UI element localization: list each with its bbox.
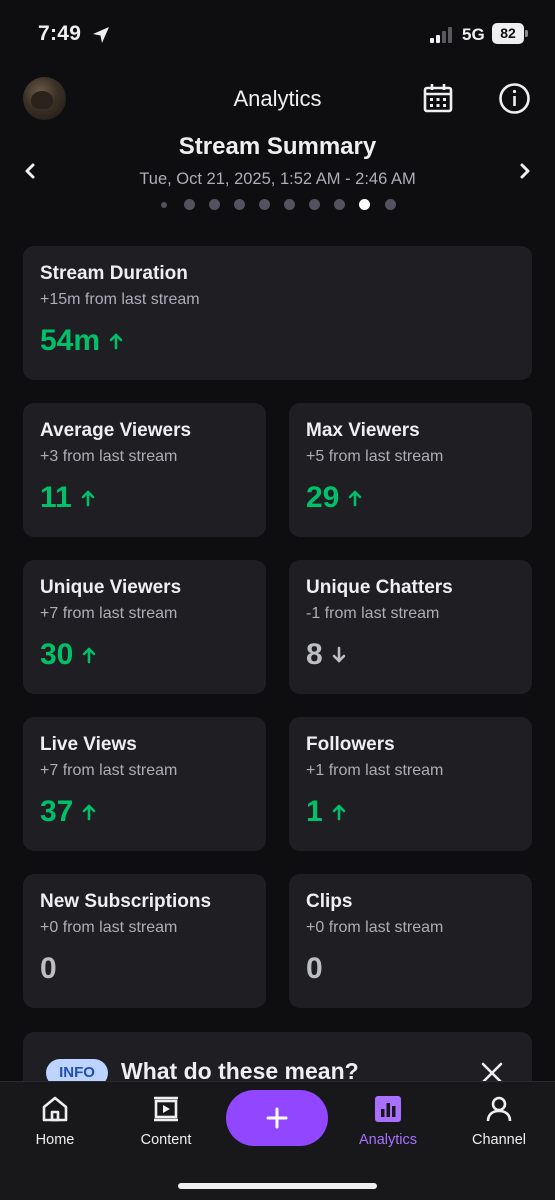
- stat-card-unique-chatters[interactable]: Unique Chatters -1 from last stream 8: [289, 560, 532, 694]
- stat-label: Unique Chatters: [306, 577, 453, 598]
- chevron-right-icon[interactable]: [515, 160, 535, 182]
- stat-comparison: +0 from last stream: [40, 919, 178, 936]
- location-arrow-icon: [93, 27, 109, 43]
- page-dot[interactable]: [283, 199, 295, 210]
- nav-home[interactable]: Home: [5, 1094, 105, 1156]
- info-icon[interactable]: [498, 82, 531, 115]
- page-dot[interactable]: [333, 199, 345, 210]
- analytics-icon: [375, 1096, 401, 1122]
- cellular-signal-icon: [430, 27, 452, 43]
- stat-label: Average Viewers: [40, 420, 192, 441]
- calendar-icon[interactable]: [422, 82, 454, 114]
- stat-value: 54m: [40, 324, 124, 358]
- stat-label: Unique Viewers: [40, 577, 182, 598]
- arrow-up-icon: [109, 333, 123, 350]
- stat-label: Live Views: [40, 734, 137, 755]
- page-dot[interactable]: [384, 199, 396, 210]
- page-dot[interactable]: [358, 199, 370, 210]
- arrow-up-icon: [81, 490, 95, 507]
- create-button[interactable]: [226, 1090, 328, 1146]
- stat-card-unique-viewers[interactable]: Unique Viewers +7 from last stream 30: [23, 560, 266, 694]
- status-bar: 7:49 5G 82: [0, 0, 555, 70]
- plus-icon: [266, 1107, 288, 1129]
- stat-comparison: +3 from last stream: [40, 448, 178, 465]
- stat-comparison: +7 from last stream: [40, 762, 178, 779]
- video-content-icon: [154, 1096, 178, 1122]
- stat-value: 37: [40, 795, 97, 829]
- bottom-nav: Home Content Analytics Channel: [0, 1081, 555, 1200]
- stat-comparison: +7 from last stream: [40, 605, 178, 622]
- page-title: Analytics: [233, 86, 322, 111]
- stat-card-stream-duration[interactable]: Stream Duration +15m from last stream 54…: [23, 246, 532, 380]
- stat-comparison: +5 from last stream: [306, 448, 444, 465]
- arrow-up-icon: [83, 804, 96, 821]
- stat-label: New Subscriptions: [40, 891, 212, 912]
- page-indicator[interactable]: [0, 198, 555, 212]
- stat-label: Clips: [306, 891, 353, 912]
- summary-date: Tue, Oct 21, 2025, 1:52 AM - 2:46 AM: [139, 170, 416, 188]
- arrow-up-icon: [349, 490, 362, 507]
- stat-card-clips[interactable]: Clips +0 from last stream 0: [289, 874, 532, 1008]
- arrow-up-icon: [332, 804, 345, 821]
- stat-card-live-views[interactable]: Live Views +7 from last stream 37: [23, 717, 266, 851]
- nav-content[interactable]: Content: [116, 1094, 216, 1156]
- stat-value: 8: [306, 638, 347, 672]
- page-dot[interactable]: [308, 199, 320, 210]
- page-dot[interactable]: [233, 199, 245, 210]
- network-type: 5G: [462, 25, 485, 44]
- stat-value: 0: [40, 952, 57, 985]
- stat-value: 30: [40, 638, 97, 672]
- stat-card-new-subscriptions[interactable]: New Subscriptions +0 from last stream 0: [23, 874, 266, 1008]
- stat-value: 29: [306, 481, 363, 515]
- nav-label: Analytics: [358, 1132, 418, 1148]
- nav-label: Content: [140, 1132, 192, 1148]
- nav-analytics[interactable]: Analytics: [338, 1094, 438, 1156]
- stat-value: 11: [40, 481, 96, 515]
- page-dot[interactable]: [208, 199, 220, 210]
- arrow-down-icon: [332, 646, 345, 663]
- page-dot[interactable]: [183, 199, 195, 210]
- stat-value: 0: [306, 952, 323, 985]
- battery-indicator: 82: [492, 23, 524, 44]
- stat-label: Followers: [306, 734, 395, 755]
- nav-channel[interactable]: Channel: [449, 1094, 549, 1156]
- stat-value: 1: [306, 795, 347, 829]
- nav-label: Channel: [471, 1132, 526, 1148]
- stat-card-max-viewers[interactable]: Max Viewers +5 from last stream 29: [289, 403, 532, 537]
- battery-cap: [525, 30, 528, 37]
- arrow-up-icon: [83, 647, 96, 664]
- nav-label: Home: [35, 1132, 75, 1148]
- page-dot[interactable]: [161, 202, 167, 208]
- summary-title: Stream Summary: [178, 133, 377, 160]
- home-indicator: [178, 1183, 377, 1189]
- stat-comparison: +15m from last stream: [40, 291, 200, 308]
- status-time: 7:49: [38, 22, 82, 45]
- stat-comparison: -1 from last stream: [306, 605, 440, 622]
- stat-label: Max Viewers: [306, 420, 420, 441]
- stat-card-average-viewers[interactable]: Average Viewers +3 from last stream 11: [23, 403, 266, 537]
- stat-comparison: +1 from last stream: [306, 762, 444, 779]
- home-icon: [42, 1096, 68, 1122]
- user-icon: [486, 1096, 512, 1122]
- stat-card-followers[interactable]: Followers +1 from last stream 1: [289, 717, 532, 851]
- stat-comparison: +0 from last stream: [306, 919, 444, 936]
- stat-label: Stream Duration: [40, 263, 188, 284]
- page-dot[interactable]: [258, 199, 270, 210]
